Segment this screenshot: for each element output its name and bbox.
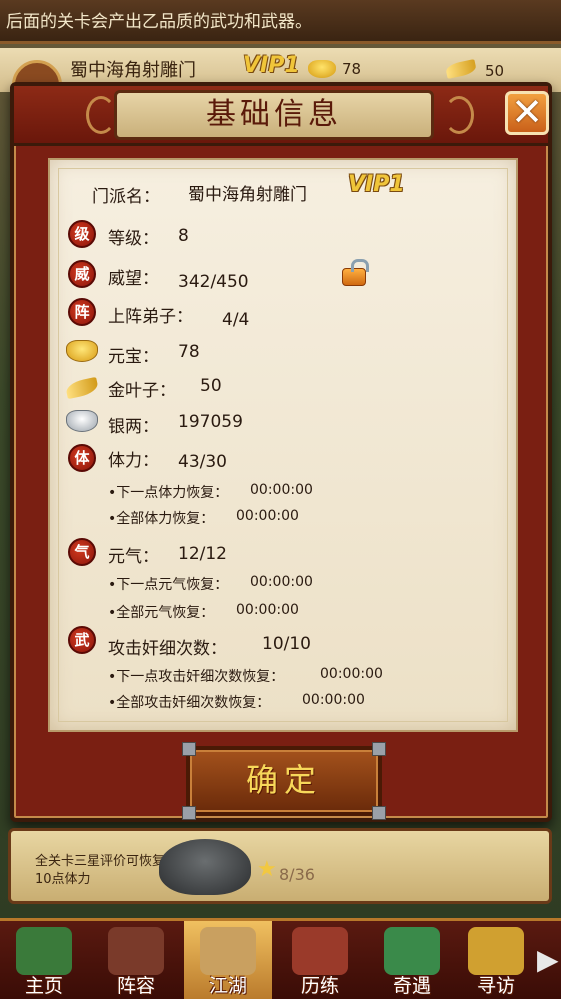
silver-value: 197059: [178, 412, 243, 432]
button-corner: [372, 742, 386, 756]
button-corner: [182, 806, 196, 820]
gold-count: 78: [342, 60, 362, 78]
nav-more-arrow-icon[interactable]: ▶: [537, 943, 559, 976]
nav-training[interactable]: 历练: [276, 921, 364, 999]
level-value: 8: [178, 226, 189, 246]
sect-name: 蜀中海角射雕门: [188, 185, 307, 205]
nav-adventure[interactable]: 奇遇: [368, 921, 456, 999]
spy-label: 攻击奸细次数：: [108, 639, 227, 659]
nav-label: 寻访: [476, 975, 515, 997]
nav-jianghu[interactable]: 江湖: [184, 921, 272, 999]
nav-label: 主页: [24, 975, 63, 997]
vip-badge: VIP1: [348, 172, 405, 197]
warrior-icon: [108, 927, 164, 975]
stage-hint: 全关卡三星评价可恢复10点体力: [35, 854, 166, 887]
golden-leaf-icon: [444, 59, 478, 79]
qi-all-value: 00:00:00: [236, 602, 299, 618]
basic-info-dialog: 基础信息 ✕ 门派名： 蜀中海角射雕门 VIP1 级 等级： 8 威 威望： 3…: [10, 82, 552, 822]
close-icon: ✕: [511, 90, 543, 134]
player-name: 蜀中海角射雕门: [70, 60, 196, 81]
stamina-all-value: 00:00:00: [236, 508, 299, 524]
nav-label: 奇遇: [392, 975, 431, 997]
nav-label: 历练: [300, 975, 339, 997]
spy-all-label: •全部攻击奸细次数恢复：: [108, 695, 271, 711]
nav-lineup[interactable]: 阵容: [92, 921, 180, 999]
yuanbao-icon: [66, 340, 98, 362]
helmet-icon: [159, 839, 251, 895]
stamina-all-label: •全部体力恢复：: [108, 511, 215, 527]
sword-icon: [200, 927, 256, 975]
level-label: 等级：: [108, 229, 159, 249]
leaf-count: 50: [485, 62, 505, 80]
yuanbao-value: 78: [178, 342, 200, 362]
scroll-ornament-right: [444, 96, 474, 134]
lock-icon[interactable]: [342, 259, 369, 286]
stamina-value: 43/30: [178, 452, 227, 472]
qi-next-value: 00:00:00: [250, 574, 313, 590]
silver-label: 银两：: [108, 417, 159, 437]
prestige-label: 威望：: [108, 269, 159, 289]
gold-ingot-icon: [308, 60, 336, 78]
golden-leaf-label: 金叶子：: [108, 381, 176, 401]
stage-rating-bar[interactable]: 全关卡三星评价可恢复10点体力 ★ 8/36: [8, 828, 552, 904]
dialog-title: 基础信息: [114, 90, 434, 140]
info-panel: 门派名： 蜀中海角射雕门 VIP1 级 等级： 8 威 威望： 342/450 …: [48, 158, 518, 732]
notice-banner: 后面的关卡会产出乙品质的武功和武器。: [0, 0, 561, 44]
prestige-value: 342/450: [178, 272, 249, 292]
scroll-icon: [292, 927, 348, 975]
spy-next-label: •下一点攻击奸细次数恢复：: [108, 669, 285, 685]
qi-icon: 气: [68, 538, 96, 566]
star-count: 8/36: [279, 865, 315, 884]
yuanbao-label: 元宝：: [108, 347, 159, 367]
stamina-next-label: •下一点体力恢复：: [108, 485, 229, 501]
spy-next-value: 00:00:00: [320, 666, 383, 682]
stamina-next-value: 00:00:00: [250, 482, 313, 498]
qi-next-label: •下一点元气恢复：: [108, 577, 229, 593]
silver-icon: [66, 410, 98, 432]
sect-label: 门派名：: [92, 187, 160, 207]
button-corner: [372, 806, 386, 820]
confirm-button[interactable]: 确定: [186, 746, 382, 816]
spy-value: 10/10: [262, 634, 311, 654]
golden-leaf-value: 50: [200, 376, 222, 396]
disciples-value: 4/4: [222, 310, 250, 330]
stamina-label: 体力：: [108, 451, 159, 471]
disciples-label: 上阵弟子：: [108, 307, 193, 327]
level-icon: 级: [68, 220, 96, 248]
qi-value: 12/12: [178, 544, 227, 564]
house-icon: [16, 927, 72, 975]
prestige-icon: 威: [68, 260, 96, 288]
button-corner: [182, 742, 196, 756]
disciples-icon: 阵: [68, 298, 96, 326]
qi-label: 元气：: [108, 547, 159, 567]
nav-home[interactable]: 主页: [0, 921, 88, 999]
qi-all-label: •全部元气恢复：: [108, 605, 215, 621]
mountain-icon: [384, 927, 440, 975]
scroll-ornament-left: [86, 96, 116, 134]
spy-all-value: 00:00:00: [302, 692, 365, 708]
star-icon: ★: [257, 857, 277, 882]
stamina-icon: 体: [68, 444, 96, 472]
nav-visit[interactable]: 寻访: [452, 921, 540, 999]
nav-label: 阵容: [116, 975, 155, 997]
dialog-header: 基础信息 ✕: [14, 86, 549, 146]
spy-icon: 武: [68, 626, 96, 654]
vip-badge: VIP1: [243, 53, 300, 78]
nav-label: 江湖: [208, 975, 247, 997]
treasure-icon: [468, 927, 524, 975]
close-button[interactable]: ✕: [505, 91, 549, 135]
bottom-nav: 主页 阵容 江湖 历练 奇遇 寻访 ▶: [0, 918, 561, 999]
